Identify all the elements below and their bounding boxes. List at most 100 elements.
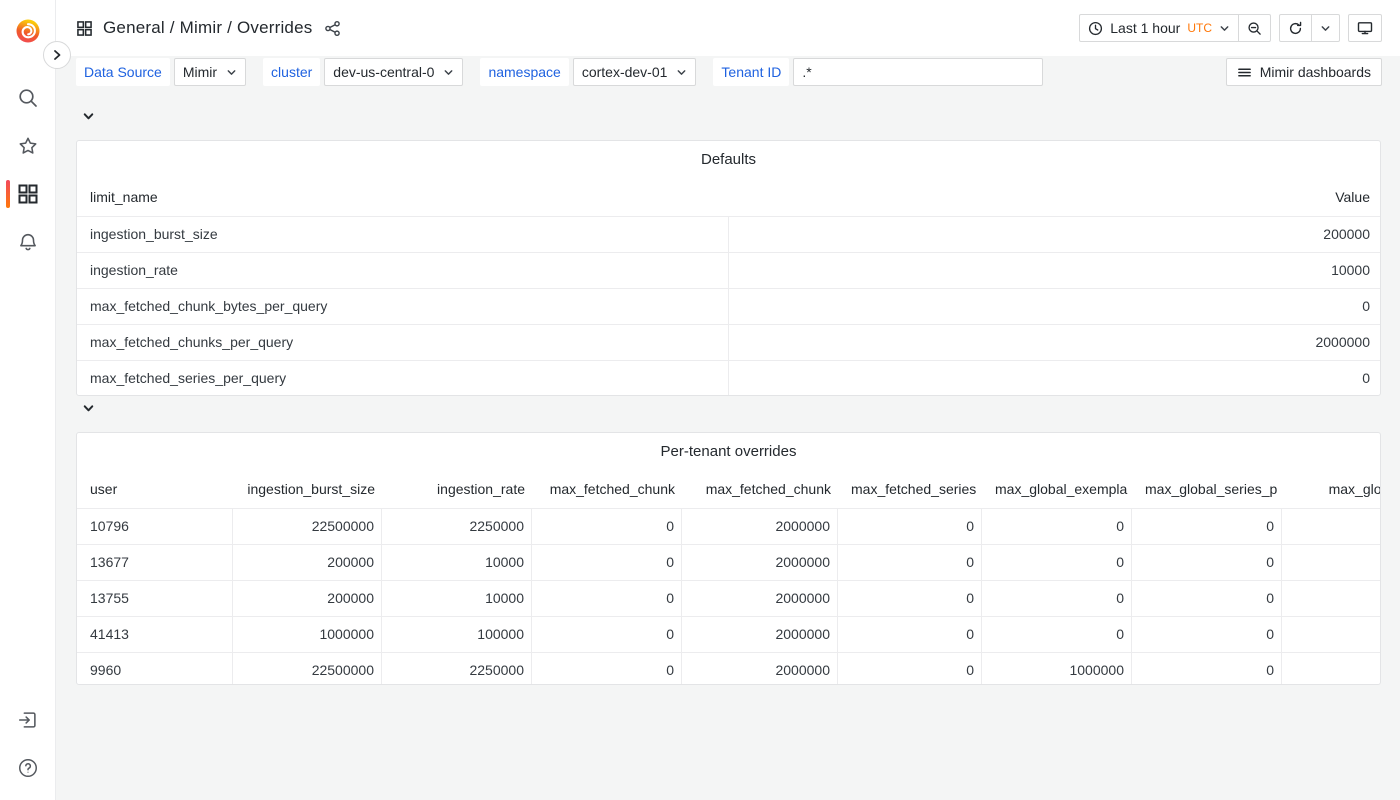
apps-icon — [17, 183, 39, 205]
variable-value: Mimir — [183, 64, 217, 80]
table-cell: 22500000 — [233, 653, 382, 685]
defaults-table: limit_name Value ingestion_burst_size200… — [77, 179, 1380, 396]
chevron-down-icon — [676, 67, 687, 78]
column-header-max-fetched-series[interactable]: max_fetched_series — [838, 471, 982, 509]
column-header-ingestion-rate[interactable]: ingestion_rate — [382, 471, 532, 509]
main-area: General / Mimir / Overrides Last 1 hour … — [56, 0, 1400, 800]
panel-defaults: Defaults limit_name Value ingestion_burs… — [76, 140, 1381, 396]
tenant-id-input[interactable] — [793, 58, 1043, 86]
share-dashboard-button[interactable] — [324, 20, 341, 37]
table-cell: 200000 — [729, 217, 1381, 253]
table-cell: 2000000 — [729, 325, 1381, 361]
per-tenant-table: user ingestion_burst_size ingestion_rate… — [77, 471, 1380, 685]
mimir-dashboards-label: Mimir dashboards — [1260, 64, 1371, 80]
column-header-limit-name[interactable]: limit_name — [77, 179, 729, 217]
row-toggle-defaults[interactable] — [76, 104, 1381, 128]
chevron-down-icon — [443, 67, 454, 78]
table-cell: 0 — [1132, 581, 1282, 617]
dashboard-toolbar: General / Mimir / Overrides Last 1 hour … — [56, 0, 1400, 56]
column-header-max-global-series-p[interactable]: max_global_series_p — [1132, 471, 1282, 509]
column-header-max-global-exemplars[interactable]: max_global_exempla — [982, 471, 1132, 509]
table-cell: 0 — [532, 617, 682, 653]
sidebar-item-starred[interactable] — [0, 132, 56, 160]
table-cell: 0 — [729, 289, 1381, 325]
chevron-right-icon — [51, 49, 63, 61]
bell-icon — [17, 231, 39, 253]
breadcrumb[interactable]: General / Mimir / Overrides — [76, 18, 312, 38]
refresh-button[interactable] — [1279, 14, 1312, 42]
table-cell: 0 — [982, 509, 1132, 545]
table-cell: 2250000 — [382, 509, 532, 545]
column-header-ingestion-burst-size[interactable]: ingestion_burst_size — [233, 471, 382, 509]
table-cell: 100000 — [382, 617, 532, 653]
namespace-select[interactable]: cortex-dev-01 — [573, 58, 697, 86]
row-toggle-per-tenant[interactable] — [76, 396, 1381, 420]
column-header-value[interactable]: Value — [729, 179, 1381, 217]
table-cell: 2000000 — [682, 653, 838, 685]
table-header-row: user ingestion_burst_size ingestion_rate… — [77, 471, 1381, 509]
chevron-down-icon — [1320, 23, 1331, 34]
data-source-select[interactable]: Mimir — [174, 58, 246, 86]
table-cell: 0 — [532, 509, 682, 545]
kiosk-mode-button[interactable] — [1348, 14, 1382, 42]
sidebar-item-help[interactable] — [0, 754, 56, 782]
table-row: max_fetched_series_per_query0 — [77, 361, 1381, 396]
table-row: 4141310000001000000200000000010 — [77, 617, 1381, 653]
column-header-user[interactable]: user — [77, 471, 233, 509]
panel-title[interactable]: Per-tenant overrides — [77, 433, 1380, 471]
table-cell: 9960 — [77, 653, 233, 685]
star-icon — [17, 135, 39, 157]
table-cell: 160 — [1282, 509, 1381, 545]
table-cell: 0 — [532, 653, 682, 685]
variable-label: namespace — [480, 58, 568, 86]
kiosk-icon — [1357, 20, 1373, 36]
table-cell: 0 — [1132, 653, 1282, 685]
panel-title[interactable]: Defaults — [77, 141, 1380, 179]
cluster-select[interactable]: dev-us-central-0 — [324, 58, 463, 86]
grafana-logo[interactable] — [13, 16, 43, 46]
variables-bar: Data Source Mimir cluster dev-us-central… — [76, 58, 1382, 86]
mimir-dashboards-button[interactable]: Mimir dashboards — [1226, 58, 1382, 86]
table-cell: 10796 — [77, 509, 233, 545]
column-header-max-fetched-chunks[interactable]: max_fetched_chunk — [682, 471, 838, 509]
dashboard-content: Defaults limit_name Value ingestion_burs… — [56, 86, 1400, 685]
table-cell: 0 — [729, 361, 1381, 396]
chevron-down-icon — [1219, 23, 1230, 34]
time-range-label: Last 1 hour — [1110, 20, 1180, 36]
table-cell: 0 — [838, 653, 982, 685]
variable-label: cluster — [263, 58, 320, 86]
table-cell: 22500000 — [233, 509, 382, 545]
table-row: max_fetched_chunks_per_query2000000 — [77, 325, 1381, 361]
sidebar-item-sign-in[interactable] — [0, 706, 56, 734]
table-cell: 1 — [1282, 545, 1381, 581]
table-cell: 10 — [1282, 617, 1381, 653]
table-cell: 1000000 — [233, 617, 382, 653]
table-cell: 0 — [1132, 509, 1282, 545]
sign-in-icon — [17, 709, 39, 731]
sidebar-item-alerting[interactable] — [0, 228, 56, 256]
table-cell: 200000 — [233, 545, 382, 581]
table-cell: 0 — [982, 617, 1132, 653]
list-icon — [1237, 65, 1252, 80]
sidebar-item-search[interactable] — [0, 84, 56, 112]
variable-data-source: Data Source Mimir — [76, 58, 246, 86]
column-header-max-global-s[interactable]: max_global_s — [1282, 471, 1381, 509]
table-body: ingestion_burst_size200000ingestion_rate… — [77, 217, 1380, 396]
table-cell: 2000000 — [682, 509, 838, 545]
refresh-interval-dropdown[interactable] — [1312, 14, 1340, 42]
column-header-max-fetched-chunk-bytes[interactable]: max_fetched_chunk — [532, 471, 682, 509]
table-header-row: limit_name Value — [77, 179, 1381, 217]
table-cell: 0 — [1132, 617, 1282, 653]
table-row: 1079622500000225000002000000000160 — [77, 509, 1381, 545]
expand-nav-button[interactable] — [43, 41, 71, 69]
zoom-out-time-button[interactable] — [1239, 14, 1271, 42]
time-picker-button[interactable]: Last 1 hour UTC — [1079, 14, 1239, 42]
table-cell: 0 — [982, 545, 1132, 581]
table-cell: 2000000 — [682, 581, 838, 617]
active-indicator — [6, 180, 10, 208]
timezone-label: UTC — [1187, 21, 1212, 35]
table-cell: 0 — [1132, 545, 1282, 581]
table-row: ingestion_rate10000 — [77, 253, 1381, 289]
sidebar-item-dashboards[interactable] — [0, 180, 56, 208]
table-cell: ingestion_rate — [77, 253, 729, 289]
